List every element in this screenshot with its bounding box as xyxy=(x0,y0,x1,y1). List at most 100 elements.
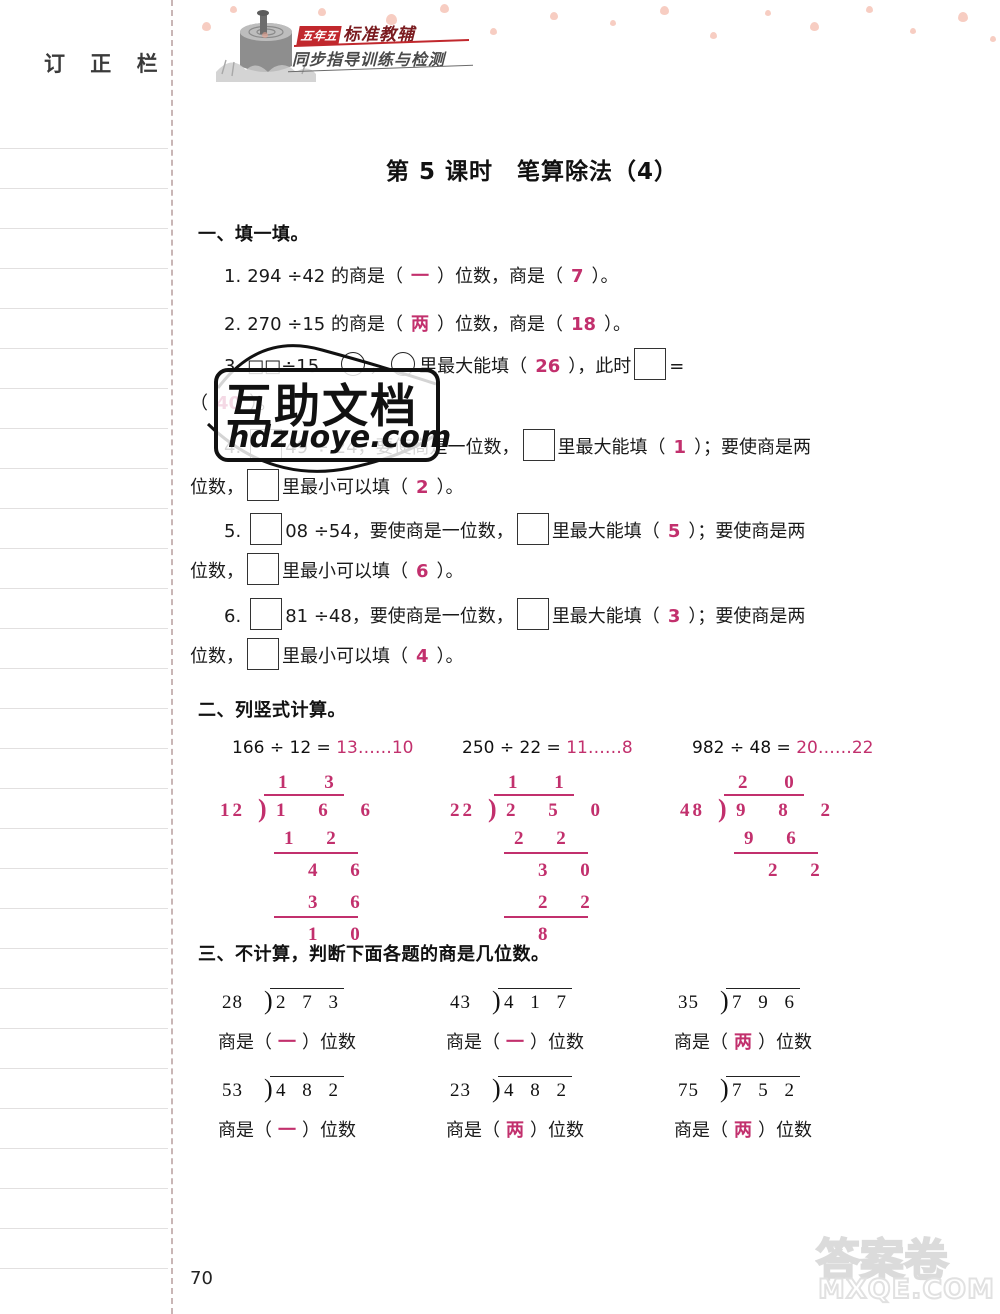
sidebar-rule-line xyxy=(0,948,168,949)
blank-box-q6-expr xyxy=(250,597,283,630)
sidebar-rule-line xyxy=(0,788,168,789)
question-2-post: ）。 xyxy=(604,314,632,336)
question-4-answer-2: 2 xyxy=(416,476,429,498)
division-dividend: 1 6 6 xyxy=(276,799,384,821)
division-step-2: 2 2 xyxy=(768,859,834,881)
vertical-dashed-divider xyxy=(171,0,173,1314)
question-3-answer-max: 26 xyxy=(535,356,561,378)
section-1-heading: 一、填一填。 xyxy=(198,224,309,245)
long-division-equation: 250 ÷ 22 = 11……8 xyxy=(462,738,670,758)
question-6-number: 6. xyxy=(224,605,242,627)
question-6-continued: 位数， 里最小可以填（ 4 ）。 xyxy=(190,637,990,674)
blank-box-q5-expr xyxy=(250,513,283,546)
long-division-work: 48) 2 0 9 8 2 9 6 2 2 xyxy=(680,772,900,922)
question-4-t4: 位数， xyxy=(190,476,244,498)
sidebar-rule-line xyxy=(0,1148,168,1149)
judge-problem: 28) 2 7 3 商是（一）位数 xyxy=(214,984,442,1054)
question-5-t6: ）。 xyxy=(436,561,464,583)
question-6-answer-1: 3 xyxy=(667,605,681,627)
short-division: 43) 4 1 7 xyxy=(442,984,670,1022)
question-5: 5. 08 ÷54，要使商是一位数， 里最大能填（ 5 ）；要使商是两 xyxy=(224,513,990,549)
judge-divisor: 43 xyxy=(450,991,471,1013)
worksheet-content: 第 5 课时 笔算除法（4） 一、填一填。 1. 294 ÷42 的商是（ 一 ）位数… xyxy=(190,110,990,1142)
heart-icon xyxy=(318,8,326,16)
blank-box-q5-min xyxy=(247,553,279,586)
division-step-4: 1 0 xyxy=(308,923,374,945)
judge-row-2: 53) 4 8 2 商是（一）位数 23) 4 8 2 商是（两）位数 75) 7 5 2 商是… xyxy=(214,1072,990,1142)
heart-icon xyxy=(810,22,819,31)
equation-answer: 11……8 xyxy=(566,737,633,758)
judge-answer-line: 商是（ 两 ）位数 xyxy=(674,1116,898,1142)
judge-label-post: ）位数 xyxy=(302,1119,356,1141)
division-quotient: 2 0 xyxy=(738,771,810,793)
question-4-t5: 里最小可以填（ xyxy=(282,476,408,498)
blank-box-q6-min xyxy=(247,637,279,670)
question-2-answer-2: 18 xyxy=(570,314,597,336)
division-rule-line xyxy=(274,915,358,918)
sidebar-rule-line xyxy=(0,508,168,509)
brand-tag: 五年五 xyxy=(296,26,342,45)
division-top-line xyxy=(498,987,572,990)
division-dividend: 9 8 2 xyxy=(736,799,844,821)
heart-icon xyxy=(610,20,616,26)
division-bracket-icon: ) xyxy=(492,1073,501,1103)
question-3-eqsign: = xyxy=(669,356,685,378)
question-6-expr: 81 ÷48 xyxy=(285,605,352,627)
sidebar-rule-line xyxy=(0,708,168,709)
long-division-equation: 166 ÷ 12 = 13……10 xyxy=(232,738,440,758)
sidebar-rule-line xyxy=(0,228,168,229)
division-bracket-icon: ) xyxy=(720,985,729,1015)
heart-icon xyxy=(230,6,237,13)
judge-label-post: ）位数 xyxy=(530,1031,584,1053)
division-step-1: 9 6 xyxy=(744,827,810,849)
division-dividend: 2 5 0 xyxy=(506,799,614,821)
heart-icon xyxy=(262,32,268,38)
sidebar-rule-line xyxy=(0,468,168,469)
division-bracket-icon: ) xyxy=(258,793,267,823)
sidebar-rule-line xyxy=(0,348,168,349)
division-top-line xyxy=(726,1075,800,1078)
judge-dividend: 7 5 2 xyxy=(732,1079,800,1101)
question-5-answer-1: 5 xyxy=(667,521,681,543)
question-1-answer-1: 一 xyxy=(410,266,429,287)
question-5-expr: 08 ÷54 xyxy=(285,521,352,543)
judge-dividend: 4 8 2 xyxy=(504,1079,572,1101)
division-bracket-icon: ) xyxy=(264,985,273,1015)
question-1-number: 1. xyxy=(224,266,242,287)
blank-box-q6-max xyxy=(516,597,549,630)
sidebar-rule-line xyxy=(0,1108,168,1109)
short-division: 53) 4 8 2 xyxy=(214,1072,442,1110)
sidebar-rule-line xyxy=(0,388,168,389)
question-4-t2: 里最大能填（ xyxy=(557,436,666,458)
sidebar-rule-line xyxy=(0,908,168,909)
division-step-2: 3 0 xyxy=(538,859,604,881)
heart-icon xyxy=(910,28,916,34)
division-rule-line xyxy=(734,851,818,854)
question-5-number: 5. xyxy=(224,521,242,543)
sidebar-rule-line xyxy=(0,868,168,869)
judge-answer-line: 商是（ 一 ）位数 xyxy=(218,1028,442,1054)
heart-icon xyxy=(490,28,497,35)
judge-answer: 两 xyxy=(734,1119,752,1141)
judge-dividend: 4 1 7 xyxy=(504,991,572,1013)
question-4-answer-1: 1 xyxy=(673,436,687,458)
watermark-bottom-en: MXQE.COM xyxy=(817,1273,995,1306)
equation-answer: 13……10 xyxy=(336,737,414,758)
sidebar-rule-line xyxy=(0,1268,168,1269)
question-1-post: ）。 xyxy=(591,266,619,287)
judge-problem: 43) 4 1 7 商是（一）位数 xyxy=(442,984,670,1054)
judge-label-pre: 商是（ xyxy=(446,1031,500,1053)
question-2-answer-1: 两 xyxy=(410,314,429,336)
division-bracket-icon: ) xyxy=(488,793,497,823)
question-1-pre: 294 ÷42 的商是（ xyxy=(247,266,403,287)
equation-left: 250 ÷ 22 = xyxy=(462,737,567,758)
judge-answer-line: 商是（ 一 ）位数 xyxy=(446,1028,670,1054)
watermark-center: 互助文档 hdzuoye.com xyxy=(214,368,451,462)
judge-dividend: 2 7 3 xyxy=(276,991,344,1013)
division-rule-line xyxy=(274,851,358,854)
question-2: 2. 270 ÷15 的商是（ 两 ）位数，商是（ 18 ）。 xyxy=(224,308,990,342)
question-3-tail2: ），此时 xyxy=(568,356,632,378)
judge-answer: 一 xyxy=(278,1119,296,1141)
division-step-1: 2 2 xyxy=(514,827,580,849)
short-division: 23) 4 8 2 xyxy=(442,1072,670,1110)
